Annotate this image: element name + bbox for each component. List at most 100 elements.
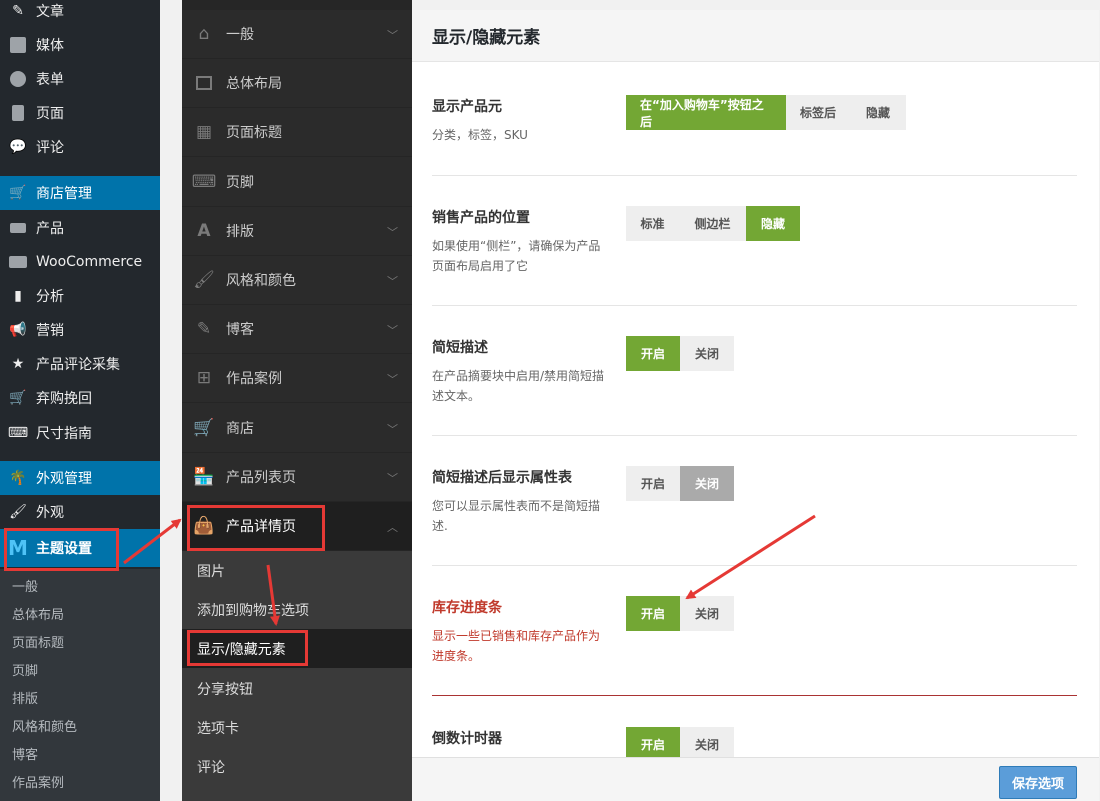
type-icon: A (197, 221, 211, 241)
annotation-box (4, 528, 119, 571)
nav-item-layout[interactable]: 总体布局 (182, 59, 412, 108)
chevron-down-icon: ﹀ (387, 373, 398, 386)
option-button[interactable]: 隐藏 (746, 206, 800, 241)
chart-icon: ▮ (14, 288, 22, 304)
shop-icon: 🏪 (193, 467, 215, 487)
chevron-down-icon: ﹀ (387, 472, 398, 485)
setting-row-sale-position: 销售产品的位置 如果使用“侧栏”，请确保为产品页面布局启用了它 标准 侧边栏 隐… (432, 176, 1077, 306)
setting-label: 简短描述 (432, 340, 488, 356)
keyboard-icon: ⌨ (191, 172, 217, 192)
option-group: 在“加入购物车”按钮之后 标签后 隐藏 (626, 95, 906, 130)
submenu-item[interactable]: 页脚 (12, 660, 38, 679)
setting-desc: 分类，标签，SKU (432, 128, 528, 142)
menu-item-marketing[interactable]: 📢 营销 (0, 313, 160, 347)
submenu-item[interactable]: 排版 (12, 688, 38, 707)
nav-item-style-colors[interactable]: 🖌 风格和颜色 ﹀ (182, 256, 412, 305)
options-footer: 保存选项 (412, 757, 1099, 801)
menu-item-pages[interactable]: 页面 (0, 96, 160, 130)
chevron-down-icon: ﹀ (387, 423, 398, 436)
menu-label: 产品评论采集 (36, 357, 120, 373)
subnav-reviews[interactable]: 评论 (182, 747, 412, 786)
star-icon: ★ (11, 356, 25, 372)
nav-item-portfolio[interactable]: ⊞ 作品案例 ﹀ (182, 354, 412, 403)
menu-item-size-guide[interactable]: ⌨ 尺寸指南 (0, 416, 160, 450)
submenu-item[interactable]: 风格和颜色 (12, 716, 77, 735)
nav-item-product-list[interactable]: 🏪 产品列表页 ﹀ (182, 453, 412, 502)
subnav-add-to-cart[interactable]: 添加到购物车选项 (182, 590, 412, 629)
nav-label: 排版 (226, 224, 254, 240)
setting-row-stock-progress: 库存进度条 显示一些已销售和库存产品作为进度条。 开启 关闭 (432, 566, 1077, 696)
cart-icon: 🛒 (9, 390, 27, 406)
menu-label: 弃购挽回 (36, 391, 92, 407)
option-button[interactable]: 在“加入购物车”按钮之后 (626, 95, 786, 130)
layout-icon (182, 76, 226, 90)
option-button[interactable]: 关闭 (680, 466, 734, 501)
menu-label: 表单 (36, 72, 64, 88)
setting-desc: 显示一些已销售和库存产品作为进度条。 (432, 629, 601, 663)
nav-label: 作品案例 (226, 371, 282, 387)
chevron-down-icon: ﹀ (387, 29, 398, 42)
setting-row-short-desc: 简短描述 在产品摘要块中启用/禁用简短描述文本。 开启 关闭 (432, 306, 1077, 436)
nav-item-general[interactable]: ⌂ 一般 ﹀ (182, 10, 412, 59)
menu-item-abandoned-cart[interactable]: 🛒 弃购挽回 (0, 381, 160, 415)
menu-item-analytics[interactable]: ▮ 分析 (0, 279, 160, 313)
chevron-down-icon: ﹀ (387, 226, 398, 239)
menu-item-appearance[interactable]: 🖌 外观 (0, 495, 160, 529)
product-detail-submenu: 图片 添加到购物车选项 显示/隐藏元素 分享按钮 选项卡 评论 (182, 551, 412, 801)
option-button[interactable]: 关闭 (680, 596, 734, 631)
setting-row-countdown: 倒数计时器 开启 关闭 (432, 696, 1077, 762)
setting-row-product-meta: 显示产品元 分类，标签，SKU 在“加入购物车”按钮之后 标签后 隐藏 (432, 78, 1077, 176)
submenu-item[interactable]: 总体布局 (12, 604, 64, 623)
menu-item-media[interactable]: 媒体 (0, 28, 160, 62)
home-icon: ⌂ (198, 24, 210, 44)
menu-label: 商店管理 (36, 186, 92, 202)
option-button[interactable]: 开启 (626, 336, 680, 371)
menu-item-products[interactable]: 产品 (0, 211, 160, 245)
submenu-item[interactable]: 页面标题 (12, 632, 64, 651)
menu-item-posts[interactable]: ✎ 文章 (0, 0, 160, 28)
nav-label: 页面标题 (226, 125, 282, 141)
submenu-item[interactable]: 作品案例 (12, 772, 64, 791)
option-button[interactable]: 隐藏 (850, 95, 906, 130)
option-button[interactable]: 标准 (626, 206, 679, 241)
setting-desc: 在产品摘要块中启用/禁用简短描述文本。 (432, 369, 605, 403)
menu-item-woocommerce[interactable]: WooCommerce (0, 245, 160, 279)
menu-label: 营销 (36, 323, 64, 339)
nav-item-typography[interactable]: A 排版 ﹀ (182, 207, 412, 256)
nav-label: 页脚 (226, 175, 254, 191)
menu-item-store[interactable]: 🛒 商店管理 (0, 176, 160, 210)
setting-label: 显示产品元 (432, 99, 502, 115)
subnav-share-buttons[interactable]: 分享按钮 (182, 669, 412, 708)
nav-item-shop[interactable]: 🛒 商店 ﹀ (182, 404, 412, 453)
nav-label: 商店 (226, 421, 254, 437)
edit-icon: ✎ (196, 319, 212, 339)
submenu-item[interactable]: 博客 (12, 744, 38, 763)
nav-item-blog[interactable]: ✎ 博客 ﹀ (182, 305, 412, 354)
save-options-button[interactable]: 保存选项 (999, 766, 1077, 799)
menu-label: 分析 (36, 289, 64, 305)
comment-icon: 💬 (9, 139, 27, 155)
option-button[interactable]: 开启 (626, 596, 680, 631)
menu-item-forms[interactable]: 表单 (0, 62, 160, 96)
menu-item-appearance-mgmt[interactable]: 🌴 外观管理 (0, 461, 160, 495)
menu-label: WooCommerce (36, 254, 143, 270)
option-button[interactable]: 标签后 (786, 95, 850, 130)
subnav-tabs[interactable]: 选项卡 (182, 708, 412, 747)
nav-item-page-title[interactable]: ▦ 页面标题 (182, 108, 412, 157)
brush-icon: 🖌 (193, 270, 215, 290)
menu-label: 页面 (36, 106, 64, 122)
submenu-item[interactable]: 一般 (12, 576, 38, 595)
woo-icon (0, 256, 36, 268)
subnav-images[interactable]: 图片 (182, 551, 412, 590)
option-button[interactable]: 侧边栏 (679, 206, 746, 241)
option-button[interactable]: 开启 (626, 466, 680, 501)
page-title: 显示/隐藏元素 (412, 10, 1099, 62)
menu-item-reviews[interactable]: ★ 产品评论采集 (0, 347, 160, 381)
menu-item-comments[interactable]: 💬 评论 (0, 130, 160, 164)
nav-item-footer[interactable]: ⌨ 页脚 (182, 158, 412, 207)
chevron-down-icon: ﹀ (387, 324, 398, 337)
option-group: 标准 侧边栏 隐藏 (626, 206, 800, 241)
pin-icon: ✎ (12, 3, 24, 19)
option-button[interactable]: 关闭 (680, 336, 734, 371)
menu-label: 外观管理 (36, 471, 92, 487)
